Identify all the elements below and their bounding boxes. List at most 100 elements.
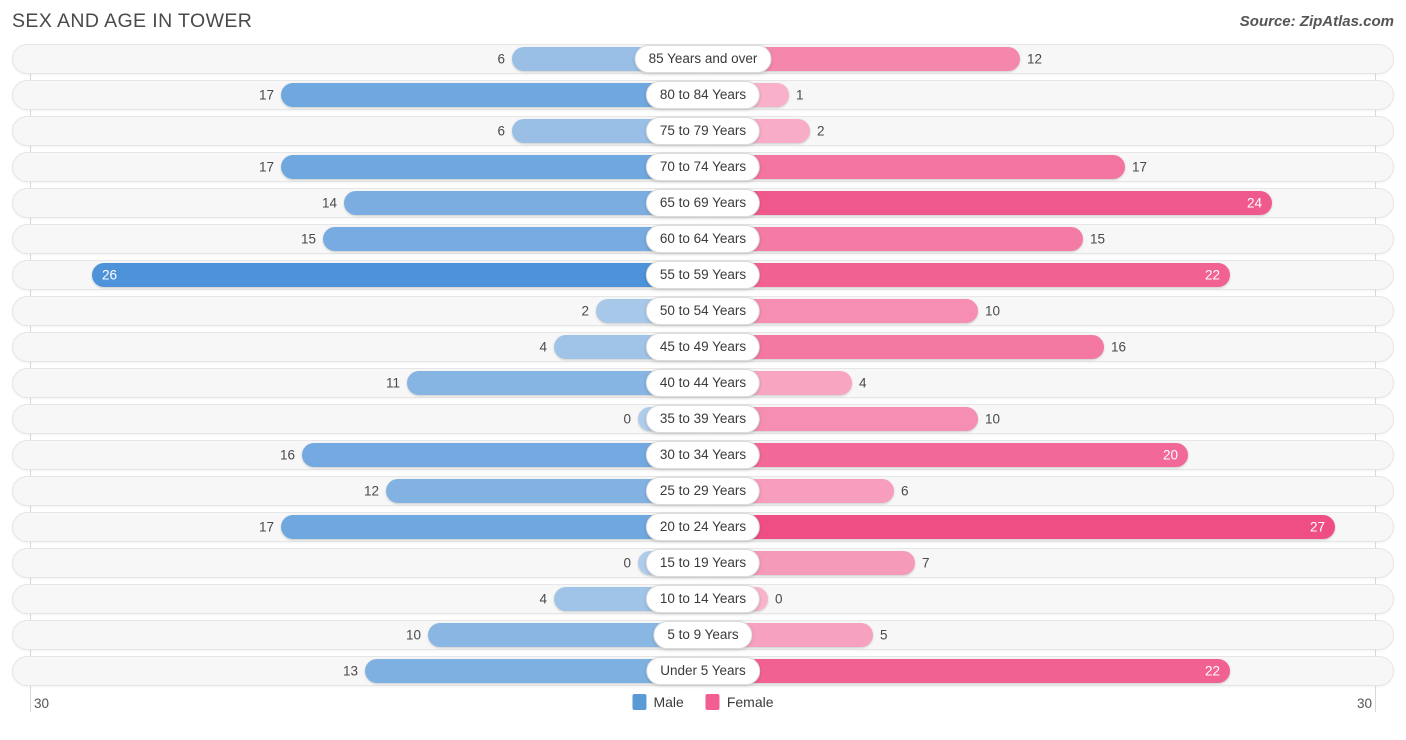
row-content: 0 7 15 to 19 Years bbox=[13, 549, 1393, 577]
row-content: 0 10 35 to 39 Years bbox=[13, 405, 1393, 433]
table-row: 10 5 5 to 9 Years bbox=[12, 620, 1394, 650]
female-bar-fill bbox=[703, 263, 1230, 287]
age-group-label: 10 to 14 Years bbox=[645, 585, 761, 613]
age-group-label: 60 to 64 Years bbox=[645, 225, 761, 253]
legend-item-male[interactable]: Male bbox=[632, 694, 684, 710]
chart-header: SEX AND AGE IN TOWER Source: ZipAtlas.co… bbox=[0, 0, 1406, 44]
row-content: 11 4 40 to 44 Years bbox=[13, 369, 1393, 397]
table-row: 0 10 35 to 39 Years bbox=[12, 404, 1394, 434]
row-content: 17 17 70 to 74 Years bbox=[13, 153, 1393, 181]
male-bar[interactable]: 17 bbox=[259, 155, 703, 179]
female-bar-fill bbox=[703, 191, 1272, 215]
population-pyramid-chart: 6 12 85 Years and over 17 1 80 to 84 Years 6 2 7… bbox=[12, 44, 1394, 712]
table-row: 4 16 45 to 49 Years bbox=[12, 332, 1394, 362]
age-group-label: 70 to 74 Years bbox=[645, 153, 761, 181]
row-content: 4 0 10 to 14 Years bbox=[13, 585, 1393, 613]
female-value-label: 20 bbox=[1162, 447, 1178, 463]
male-bar[interactable]: 16 bbox=[280, 443, 703, 467]
axis-label-right: 30 bbox=[1356, 696, 1372, 711]
female-color-swatch bbox=[705, 694, 720, 710]
age-group-label: 45 to 49 Years bbox=[645, 333, 761, 361]
male-value-label: 0 bbox=[623, 411, 631, 427]
male-bar-fill bbox=[302, 443, 703, 467]
female-bar[interactable]: 27 bbox=[703, 515, 1335, 539]
age-group-label: 80 to 84 Years bbox=[645, 81, 761, 109]
table-row: 17 27 20 to 24 Years bbox=[12, 512, 1394, 542]
male-value-label: 11 bbox=[385, 375, 400, 391]
row-content: 15 15 60 to 64 Years bbox=[13, 225, 1393, 253]
table-row: 12 6 25 to 29 Years bbox=[12, 476, 1394, 506]
table-row: 6 2 75 to 79 Years bbox=[12, 116, 1394, 146]
row-content: 10 5 5 to 9 Years bbox=[13, 621, 1393, 649]
female-value-label: 1 bbox=[796, 87, 804, 103]
table-row: 15 15 60 to 64 Years bbox=[12, 224, 1394, 254]
female-bar[interactable]: 17 bbox=[703, 155, 1147, 179]
female-value-label: 17 bbox=[1132, 159, 1148, 175]
age-group-label: 40 to 44 Years bbox=[645, 369, 761, 397]
table-row: 6 12 85 Years and over bbox=[12, 44, 1394, 74]
table-row: 4 0 10 to 14 Years bbox=[12, 584, 1394, 614]
male-bar[interactable]: 17 bbox=[259, 83, 703, 107]
male-value-label: 4 bbox=[539, 591, 547, 607]
age-group-label: 50 to 54 Years bbox=[645, 297, 761, 325]
table-row: 17 17 70 to 74 Years bbox=[12, 152, 1394, 182]
male-value-label: 13 bbox=[342, 663, 358, 679]
row-content: 6 2 75 to 79 Years bbox=[13, 117, 1393, 145]
row-content: 6 12 85 Years and over bbox=[13, 45, 1393, 73]
male-bar-fill bbox=[281, 83, 703, 107]
female-bar[interactable]: 15 bbox=[703, 227, 1105, 251]
page-title: SEX AND AGE IN TOWER bbox=[12, 10, 253, 32]
male-color-swatch bbox=[632, 694, 647, 710]
age-group-label: 20 to 24 Years bbox=[645, 513, 761, 541]
row-content: 26 22 55 to 59 Years bbox=[13, 261, 1393, 289]
table-row: 11 4 40 to 44 Years bbox=[12, 368, 1394, 398]
male-value-label: 6 bbox=[497, 123, 505, 139]
source-attribution: Source: ZipAtlas.com bbox=[1239, 13, 1394, 30]
age-group-label: 55 to 59 Years bbox=[645, 261, 761, 289]
female-value-label: 7 bbox=[922, 555, 930, 571]
male-value-label: 26 bbox=[102, 267, 118, 283]
male-value-label: 14 bbox=[321, 195, 337, 211]
male-value-label: 4 bbox=[539, 339, 547, 355]
female-value-label: 2 bbox=[817, 123, 825, 139]
female-bar[interactable]: 16 bbox=[703, 335, 1126, 359]
female-value-label: 15 bbox=[1090, 231, 1106, 247]
female-bar-fill bbox=[703, 155, 1125, 179]
chart-legend: Male Female bbox=[632, 694, 774, 710]
male-value-label: 17 bbox=[258, 87, 274, 103]
female-value-label: 24 bbox=[1246, 195, 1262, 211]
female-value-label: 10 bbox=[985, 303, 1001, 319]
male-bar[interactable]: 17 bbox=[259, 515, 703, 539]
female-bar[interactable]: 22 bbox=[703, 659, 1230, 683]
axis-label-left: 30 bbox=[34, 696, 50, 711]
male-value-label: 12 bbox=[363, 483, 379, 499]
male-value-label: 17 bbox=[258, 159, 274, 175]
female-bar[interactable]: 24 bbox=[703, 191, 1272, 215]
male-value-label: 17 bbox=[258, 519, 274, 535]
legend-item-female[interactable]: Female bbox=[705, 694, 774, 710]
row-content: 14 24 65 to 69 Years bbox=[13, 189, 1393, 217]
female-bar-fill bbox=[703, 515, 1335, 539]
male-bar-fill bbox=[281, 155, 703, 179]
female-value-label: 4 bbox=[859, 375, 867, 391]
male-value-label: 2 bbox=[581, 303, 589, 319]
age-group-label: 30 to 34 Years bbox=[645, 441, 761, 469]
row-content: 12 6 25 to 29 Years bbox=[13, 477, 1393, 505]
female-bar-fill bbox=[703, 443, 1188, 467]
female-value-label: 16 bbox=[1111, 339, 1127, 355]
female-bar[interactable]: 20 bbox=[703, 443, 1188, 467]
female-value-label: 6 bbox=[901, 483, 909, 499]
female-bar[interactable]: 22 bbox=[703, 263, 1230, 287]
male-bar[interactable]: 26 bbox=[92, 263, 703, 287]
table-row: 2 10 50 to 54 Years bbox=[12, 296, 1394, 326]
age-group-label: 25 to 29 Years bbox=[645, 477, 761, 505]
female-value-label: 5 bbox=[880, 627, 888, 643]
chart-rows: 6 12 85 Years and over 17 1 80 to 84 Years 6 2 7… bbox=[12, 44, 1394, 686]
male-value-label: 10 bbox=[405, 627, 421, 643]
age-group-label: 35 to 39 Years bbox=[645, 405, 761, 433]
male-value-label: 15 bbox=[300, 231, 316, 247]
table-row: 13 22 Under 5 Years bbox=[12, 656, 1394, 686]
age-group-label: Under 5 Years bbox=[646, 657, 760, 685]
row-content: 17 1 80 to 84 Years bbox=[13, 81, 1393, 109]
chart-footer: 30 30 Male Female bbox=[12, 694, 1394, 724]
